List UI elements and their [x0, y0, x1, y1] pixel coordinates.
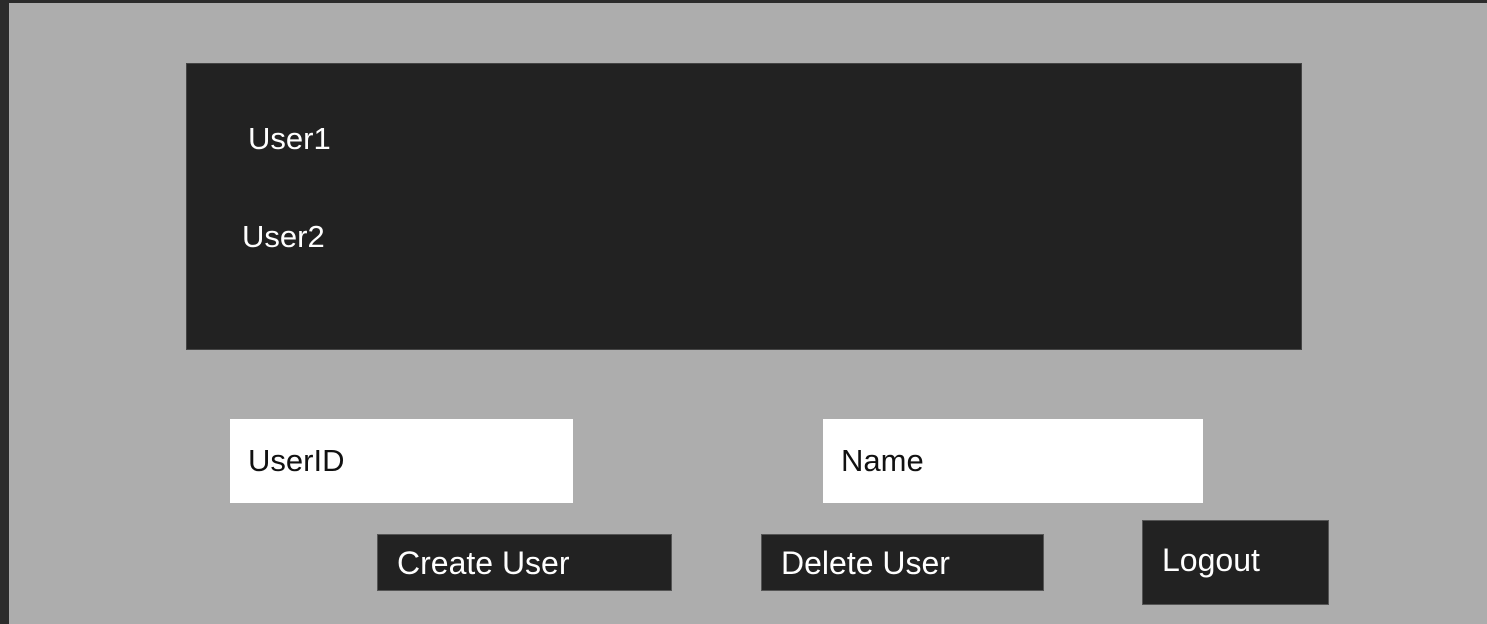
user-list[interactable]: User1 User2 — [186, 63, 1302, 350]
list-item[interactable]: User2 — [242, 219, 325, 255]
app-window: User1 User2 Create User Delete User Logo… — [9, 3, 1487, 624]
list-item[interactable]: User1 — [248, 121, 331, 157]
userid-input[interactable] — [230, 419, 573, 503]
name-input[interactable] — [823, 419, 1203, 503]
logout-button[interactable]: Logout — [1142, 520, 1329, 605]
delete-user-button[interactable]: Delete User — [761, 534, 1044, 591]
create-user-button[interactable]: Create User — [377, 534, 672, 591]
